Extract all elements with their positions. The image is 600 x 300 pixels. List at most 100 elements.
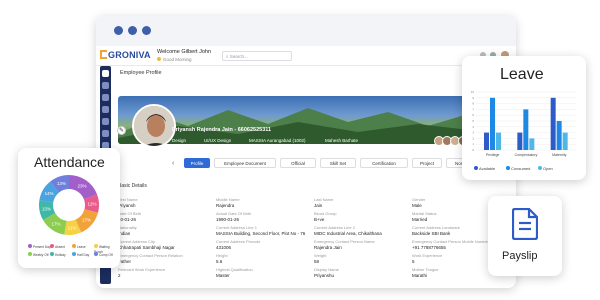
y-tick-label: 4: [472, 125, 474, 129]
search-input[interactable]: ⌕ Search...: [222, 51, 292, 61]
field-value: 1990-01-26: [216, 217, 240, 222]
payslip-card[interactable]: Payslip: [488, 196, 562, 276]
field-value: B+ve: [314, 217, 325, 222]
bar-consumed: [523, 109, 529, 150]
sidebar-home-icon[interactable]: [102, 70, 109, 77]
search-icon: ⌕: [226, 54, 229, 59]
field-value: 58: [314, 259, 320, 264]
y-tick-label: 7: [472, 107, 474, 111]
slice-label: 13%: [42, 207, 51, 212]
sidebar-globe-icon[interactable]: [102, 82, 109, 89]
legend-item: Weekly Off: [28, 252, 48, 257]
attendance-legend: Present Days Absent Leave Waiting Punch Week…: [28, 244, 114, 264]
y-tick-label: 5: [472, 119, 474, 123]
tab-official[interactable]: Official: [280, 158, 316, 168]
slice-label: 12%: [87, 201, 96, 206]
tab-certification[interactable]: Certification: [360, 158, 408, 168]
field-value: Married: [412, 217, 428, 222]
slice-label: 23%: [78, 184, 87, 189]
field-label: Highest Qualification: [216, 267, 253, 272]
field-label: Emergency Contact Person Name: [314, 239, 375, 244]
tab-project[interactable]: Project: [412, 158, 442, 168]
field-label: Height: [216, 253, 228, 258]
page-title: Employee Profile: [120, 70, 162, 76]
field-value: 431006: [216, 245, 232, 250]
field-value: Backside SBI Bank: [412, 231, 451, 236]
legend-item: Holiday: [50, 252, 66, 257]
greeting: Good Morning: [157, 57, 192, 62]
profile-tabs: Profile Employee Document Official Skill…: [184, 158, 504, 168]
field-label: Display Name: [314, 267, 339, 272]
designation: UI/UX Design: [204, 138, 232, 143]
slice-label: 14%: [45, 191, 54, 196]
sidebar-user-icon[interactable]: [102, 94, 109, 101]
sidebar-settings-icon[interactable]: [102, 130, 109, 137]
field-value: Male: [412, 203, 422, 208]
field-value: Marathi: [412, 273, 428, 278]
field-label: First Name: [118, 197, 138, 202]
tab-employee-document[interactable]: Employee Document: [214, 158, 276, 168]
field-label: Actual Date Of Birth: [216, 211, 252, 216]
app-window: GRONIVA Welcome Gilbert John Good Mornin…: [96, 16, 516, 288]
leave-card[interactable]: Leave 0 1 2 3 4 5 6 7 8 9 10 Privilege Compensatory M…: [462, 56, 586, 180]
y-tick-label: 0: [472, 148, 474, 152]
leave-title: Leave: [500, 66, 544, 83]
employee-name: Priyansh Rajendra Jain - 66062525311: [172, 127, 272, 133]
field-label: Nationality: [118, 225, 137, 230]
legend-item: Half Day: [72, 252, 89, 257]
window-dot-2: [128, 26, 137, 35]
window-titlebar: [96, 16, 516, 46]
legend-item: Consumed: [506, 166, 530, 171]
field-label: Marital Status: [412, 211, 437, 216]
slice-label: 11%: [68, 225, 77, 230]
manager: Mahesh Barhate: [325, 138, 359, 143]
slice-label: 13%: [57, 181, 66, 186]
field-value: MASSIA Building, Second Floor, Plot No -…: [216, 231, 306, 236]
field-label: Current Address Landmark: [412, 225, 460, 230]
chevron-left-icon[interactable]: ‹: [172, 160, 174, 167]
attendance-card[interactable]: Attendance 23% 12% 17% 11% 17% 13% 14% 13% Pres…: [18, 148, 120, 268]
legend-item: Comp Off: [94, 252, 113, 257]
app-header: GRONIVA Welcome Gilbert John Good Mornin…: [96, 46, 516, 66]
field-value: Jain: [314, 203, 323, 208]
sidebar-calendar-icon[interactable]: [102, 106, 109, 113]
legend-item: Available: [474, 166, 495, 171]
field-label: Emergency Contact Person Mobile Number: [412, 239, 490, 244]
field-value: Rajendra: [216, 203, 235, 208]
legend-item: Present Days: [28, 244, 52, 249]
edit-icon[interactable]: ✎: [117, 126, 126, 135]
window-dot-3: [142, 26, 151, 35]
tab-skill-set[interactable]: Skill Set: [320, 158, 356, 168]
employee-avatar: [132, 104, 176, 148]
slice-label: 17%: [51, 221, 60, 226]
legend-item: Absent: [50, 244, 65, 249]
sidebar-document-icon[interactable]: [102, 118, 109, 125]
bar-open: [496, 132, 501, 150]
attendance-donut-chart: 23%12%17%11%17%13%14%13%: [38, 175, 99, 235]
field-value: Chhatrapati Sambhaji Nagar: [118, 245, 175, 250]
y-tick-label: 1: [472, 142, 474, 146]
payslip-title: Payslip: [502, 250, 538, 262]
groniva-logo[interactable]: GRONIVA: [100, 50, 151, 60]
leave-bar-chart: 012345678910Privilege Compensatory Materni…: [471, 90, 576, 157]
field-value: +91 7788776655: [412, 245, 446, 250]
field-value: 5: [412, 259, 415, 264]
welcome-text: Welcome Gilbert John: [157, 49, 212, 55]
document-icon: [512, 208, 538, 240]
field-label: Weight: [314, 253, 327, 258]
leave-legend: Available Consumed Open: [474, 166, 584, 174]
field-label: Emergency Contact Person Relation: [118, 253, 183, 258]
bar-open: [529, 138, 535, 150]
field-value: Priyansh: [118, 203, 136, 208]
bar-available: [550, 97, 556, 150]
main-content: Employee Profile ✎ Priyansh Rajendra Jai…: [114, 66, 514, 288]
field-value: 5.6: [216, 259, 223, 264]
bar-consumed: [490, 97, 495, 150]
field-label: Gender: [412, 197, 426, 202]
tab-profile[interactable]: Profile: [184, 158, 210, 168]
y-tick-label: 9: [472, 96, 474, 100]
y-tick-label: 6: [472, 113, 474, 117]
bar-available: [484, 132, 489, 150]
bar-open: [562, 132, 568, 150]
field-value: 2: [118, 273, 121, 278]
